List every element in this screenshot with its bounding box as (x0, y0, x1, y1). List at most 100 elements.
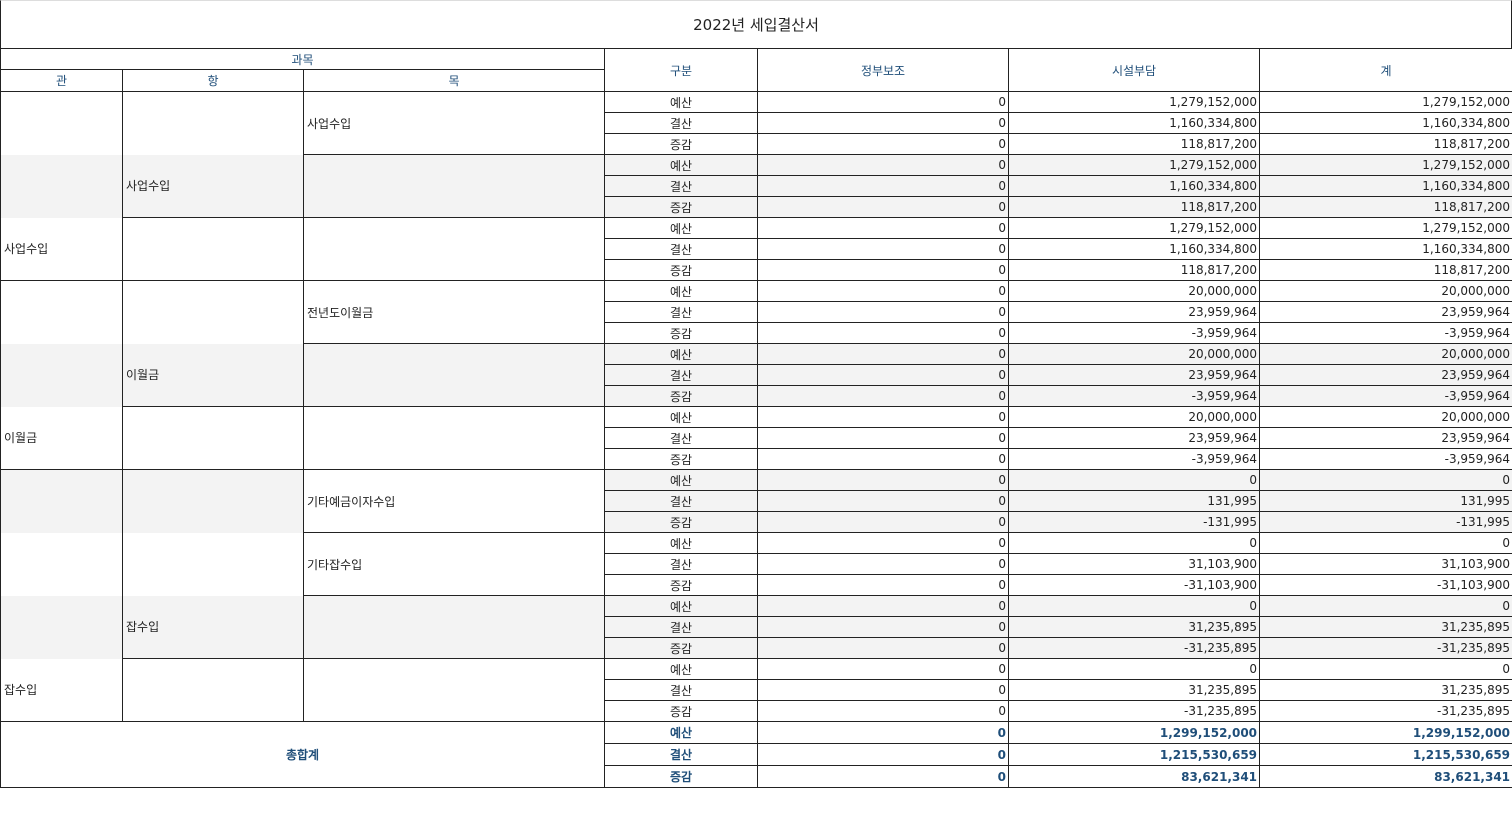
cell-gubun: 결산 (604, 238, 759, 260)
cell-facility-charge: 118,817,200 (1008, 133, 1261, 155)
cell-government-subsidy: 0 (757, 91, 1010, 113)
cell-total: 1,279,152,000 (1259, 91, 1512, 113)
cell-gubun: 예산 (604, 343, 759, 365)
cell-government-subsidy: 0 (757, 238, 1010, 260)
cell-mok: 기타잡수입 (302, 532, 606, 596)
cell-gwan (0, 595, 123, 659)
cell-government-subsidy: 0 (757, 259, 1010, 281)
cell-mok: 기타예금이자수입 (302, 469, 606, 533)
cell-facility-charge: 1,160,334,800 (1008, 112, 1261, 134)
cell-government-subsidy: 0 (757, 154, 1010, 176)
cell-mok (302, 343, 606, 407)
cell-facility-charge: 0 (1008, 658, 1261, 680)
cell-mok: 전년도이월금 (302, 280, 606, 344)
cell-gwan (0, 469, 123, 533)
cell-total: 0 (1259, 469, 1512, 491)
total-sum: 1,215,530,659 (1259, 743, 1512, 766)
cell-government-subsidy: 0 (757, 616, 1010, 638)
cell-facility-charge: 0 (1008, 469, 1261, 491)
cell-total: -131,995 (1259, 511, 1512, 533)
cell-gwan (0, 280, 123, 344)
header-gwan: 관 (0, 69, 123, 92)
cell-gwan: 이월금 (0, 406, 123, 470)
cell-facility-charge: 1,160,334,800 (1008, 175, 1261, 197)
header-gubun: 구분 (604, 48, 759, 92)
total-facility-charge: 83,621,341 (1008, 765, 1261, 788)
cell-gubun: 결산 (604, 112, 759, 134)
cell-total: -31,235,895 (1259, 700, 1512, 722)
cell-hang (122, 532, 304, 596)
cell-government-subsidy: 0 (757, 175, 1010, 197)
cell-hang (122, 280, 304, 344)
cell-facility-charge: -31,103,900 (1008, 574, 1261, 596)
cell-total: -3,959,964 (1259, 448, 1512, 470)
cell-facility-charge: 31,235,895 (1008, 616, 1261, 638)
cell-government-subsidy: 0 (757, 301, 1010, 323)
cell-gubun: 결산 (604, 301, 759, 323)
cell-gubun: 결산 (604, 616, 759, 638)
cell-government-subsidy: 0 (757, 574, 1010, 596)
cell-government-subsidy: 0 (757, 511, 1010, 533)
cell-gubun: 결산 (604, 175, 759, 197)
cell-facility-charge: 118,817,200 (1008, 259, 1261, 281)
cell-facility-charge: -3,959,964 (1008, 385, 1261, 407)
cell-government-subsidy: 0 (757, 490, 1010, 512)
cell-hang: 사업수입 (122, 154, 304, 218)
cell-hang (122, 469, 304, 533)
cell-total: 0 (1259, 595, 1512, 617)
cell-government-subsidy: 0 (757, 217, 1010, 239)
cell-total: 118,817,200 (1259, 259, 1512, 281)
cell-gubun: 증감 (604, 133, 759, 155)
cell-gubun: 결산 (604, 490, 759, 512)
cell-government-subsidy: 0 (757, 553, 1010, 575)
cell-government-subsidy: 0 (757, 700, 1010, 722)
cell-government-subsidy: 0 (757, 595, 1010, 617)
cell-facility-charge: 1,279,152,000 (1008, 217, 1261, 239)
cell-gubun: 결산 (604, 364, 759, 386)
cell-facility-charge: 0 (1008, 532, 1261, 554)
cell-government-subsidy: 0 (757, 637, 1010, 659)
total-government-subsidy: 0 (757, 765, 1010, 788)
cell-hang (122, 217, 304, 281)
table-row: 기타잡수입 예산 0 0 0 (0, 532, 1512, 596)
cell-gwan: 잡수입 (0, 658, 123, 722)
cell-facility-charge: 0 (1008, 595, 1261, 617)
table-row: 사업수입 예산 0 1,279,152,000 1,279,152,000 (0, 217, 1512, 281)
cell-facility-charge: 1,279,152,000 (1008, 91, 1261, 113)
cell-gwan (0, 343, 123, 407)
cell-total: 0 (1259, 532, 1512, 554)
header-hang: 항 (122, 69, 304, 92)
cell-facility-charge: -131,995 (1008, 511, 1261, 533)
cell-total: 31,235,895 (1259, 679, 1512, 701)
table-row: 사업수입 예산 0 1,279,152,000 1,279,152,000 (0, 91, 1512, 155)
cell-total: -3,959,964 (1259, 322, 1512, 344)
cell-facility-charge: 118,817,200 (1008, 196, 1261, 218)
cell-facility-charge: 20,000,000 (1008, 280, 1261, 302)
cell-gubun: 증감 (604, 196, 759, 218)
cell-government-subsidy: 0 (757, 469, 1010, 491)
cell-gubun: 증감 (604, 448, 759, 470)
cell-government-subsidy: 0 (757, 133, 1010, 155)
cell-facility-charge: -31,235,895 (1008, 700, 1261, 722)
cell-total: 31,235,895 (1259, 616, 1512, 638)
cell-gubun: 결산 (604, 679, 759, 701)
cell-government-subsidy: 0 (757, 364, 1010, 386)
table-row: 전년도이월금 예산 0 20,000,000 20,000,000 (0, 280, 1512, 344)
cell-mok (302, 154, 606, 218)
total-government-subsidy: 0 (757, 721, 1010, 744)
cell-gubun: 증감 (604, 700, 759, 722)
table-row: 잡수입 예산 0 0 0 (0, 595, 1512, 659)
table-row: 사업수입 예산 0 1,279,152,000 1,279,152,000 (0, 154, 1512, 218)
cell-gwan (0, 154, 123, 218)
cell-total: -31,103,900 (1259, 574, 1512, 596)
cell-government-subsidy: 0 (757, 658, 1010, 680)
total-gubun: 결산 (604, 743, 759, 766)
cell-total: 1,279,152,000 (1259, 217, 1512, 239)
cell-hang (122, 658, 304, 722)
cell-gubun: 예산 (604, 469, 759, 491)
cell-government-subsidy: 0 (757, 406, 1010, 428)
cell-total: 0 (1259, 658, 1512, 680)
cell-total: 1,279,152,000 (1259, 154, 1512, 176)
cell-gwan (0, 91, 123, 155)
cell-gubun: 예산 (604, 406, 759, 428)
